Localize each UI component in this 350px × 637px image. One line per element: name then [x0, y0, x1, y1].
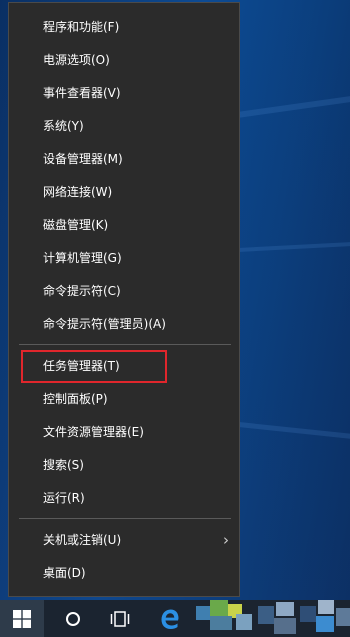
menu-item-system[interactable]: 系统(Y) — [9, 110, 239, 143]
menu-item-shutdown-signout[interactable]: 关机或注销(U) › — [9, 524, 239, 557]
menu-item-device-manager[interactable]: 设备管理器(M) — [9, 143, 239, 176]
task-view-icon — [110, 610, 130, 627]
task-view-button[interactable] — [98, 600, 142, 637]
menu-item-command-prompt-admin[interactable]: 命令提示符(管理员)(A) — [9, 308, 239, 341]
menu-item-network-connections[interactable]: 网络连接(W) — [9, 176, 239, 209]
menu-separator — [19, 344, 231, 345]
cortana-button[interactable] — [51, 600, 95, 637]
menu-item-programs-features[interactable]: 程序和功能(F) — [9, 11, 239, 44]
menu-item-run[interactable]: 运行(R) — [9, 482, 239, 515]
winx-context-menu: 程序和功能(F) 电源选项(O) 事件查看器(V) 系统(Y) 设备管理器(M)… — [8, 2, 240, 597]
menu-item-file-explorer[interactable]: 文件资源管理器(E) — [9, 416, 239, 449]
edge-browser-button[interactable] — [148, 600, 192, 637]
cortana-circle-icon — [66, 611, 80, 626]
menu-item-computer-management[interactable]: 计算机管理(G) — [9, 242, 239, 275]
edge-browser-icon — [161, 609, 179, 629]
menu-item-disk-management[interactable]: 磁盘管理(K) — [9, 209, 239, 242]
menu-item-desktop[interactable]: 桌面(D) — [9, 557, 239, 590]
chevron-right-icon: › — [223, 531, 229, 549]
windows-logo-icon — [13, 609, 31, 628]
menu-separator — [19, 518, 231, 519]
pixelated-taskbar-area — [196, 600, 350, 637]
menu-item-command-prompt[interactable]: 命令提示符(C) — [9, 275, 239, 308]
start-button[interactable] — [0, 600, 44, 637]
task-manager-highlight-box — [21, 350, 167, 383]
menu-item-search[interactable]: 搜索(S) — [9, 449, 239, 482]
menu-item-event-viewer[interactable]: 事件查看器(V) — [9, 77, 239, 110]
taskbar — [0, 600, 350, 637]
menu-item-control-panel[interactable]: 控制面板(P) — [9, 383, 239, 416]
menu-item-label: 关机或注销(U) — [43, 533, 122, 547]
menu-item-power-options[interactable]: 电源选项(O) — [9, 44, 239, 77]
